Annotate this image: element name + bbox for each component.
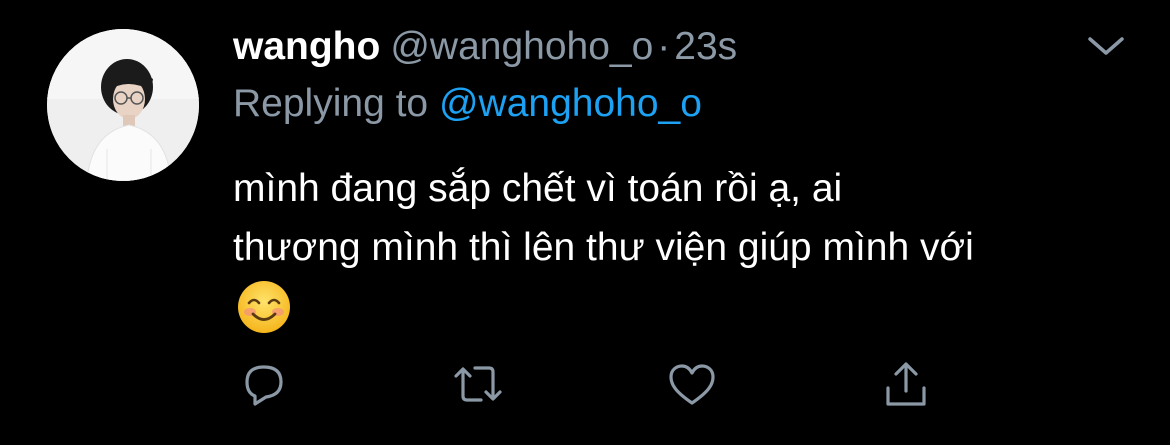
retweet-icon [454, 366, 502, 402]
tweet-menu-button[interactable] [1084, 30, 1128, 60]
display-name[interactable]: wangho [233, 25, 380, 69]
tweet[interactable]: wangho @wanghoho_o · 23s Replying to @wa… [0, 0, 1170, 445]
replying-to-mention[interactable]: @wanghoho_o [439, 82, 702, 125]
tweet-actions [0, 356, 1170, 416]
avatar[interactable] [47, 29, 199, 181]
retweet-button[interactable] [448, 356, 508, 416]
user-handle[interactable]: @wanghoho_o [390, 25, 653, 69]
tweet-text-line-1: mình đang sắp chết vì toán rồi ạ, ai [233, 167, 843, 210]
chevron-down-icon [1088, 37, 1124, 55]
share-button[interactable] [876, 356, 936, 416]
replying-to-label: Replying to [233, 82, 429, 125]
avatar-image [47, 29, 199, 181]
tweet-text-line-2: thương mình thì lên thư viện giúp mình v… [233, 226, 974, 269]
reply-button[interactable] [234, 356, 294, 416]
smiling-face-emoji [236, 279, 292, 335]
separator-dot: · [657, 25, 671, 68]
heart-icon [669, 364, 715, 405]
timestamp[interactable]: 23s [674, 25, 737, 69]
share-icon [886, 362, 926, 406]
tweet-text: mình đang sắp chết vì toán rồi ạ, ai thư… [233, 159, 1133, 277]
reply-icon [245, 365, 283, 406]
replying-to: Replying to @wanghoho_o [233, 82, 702, 126]
like-button[interactable] [662, 356, 722, 416]
tweet-header: wangho @wanghoho_o · 23s [233, 24, 737, 70]
